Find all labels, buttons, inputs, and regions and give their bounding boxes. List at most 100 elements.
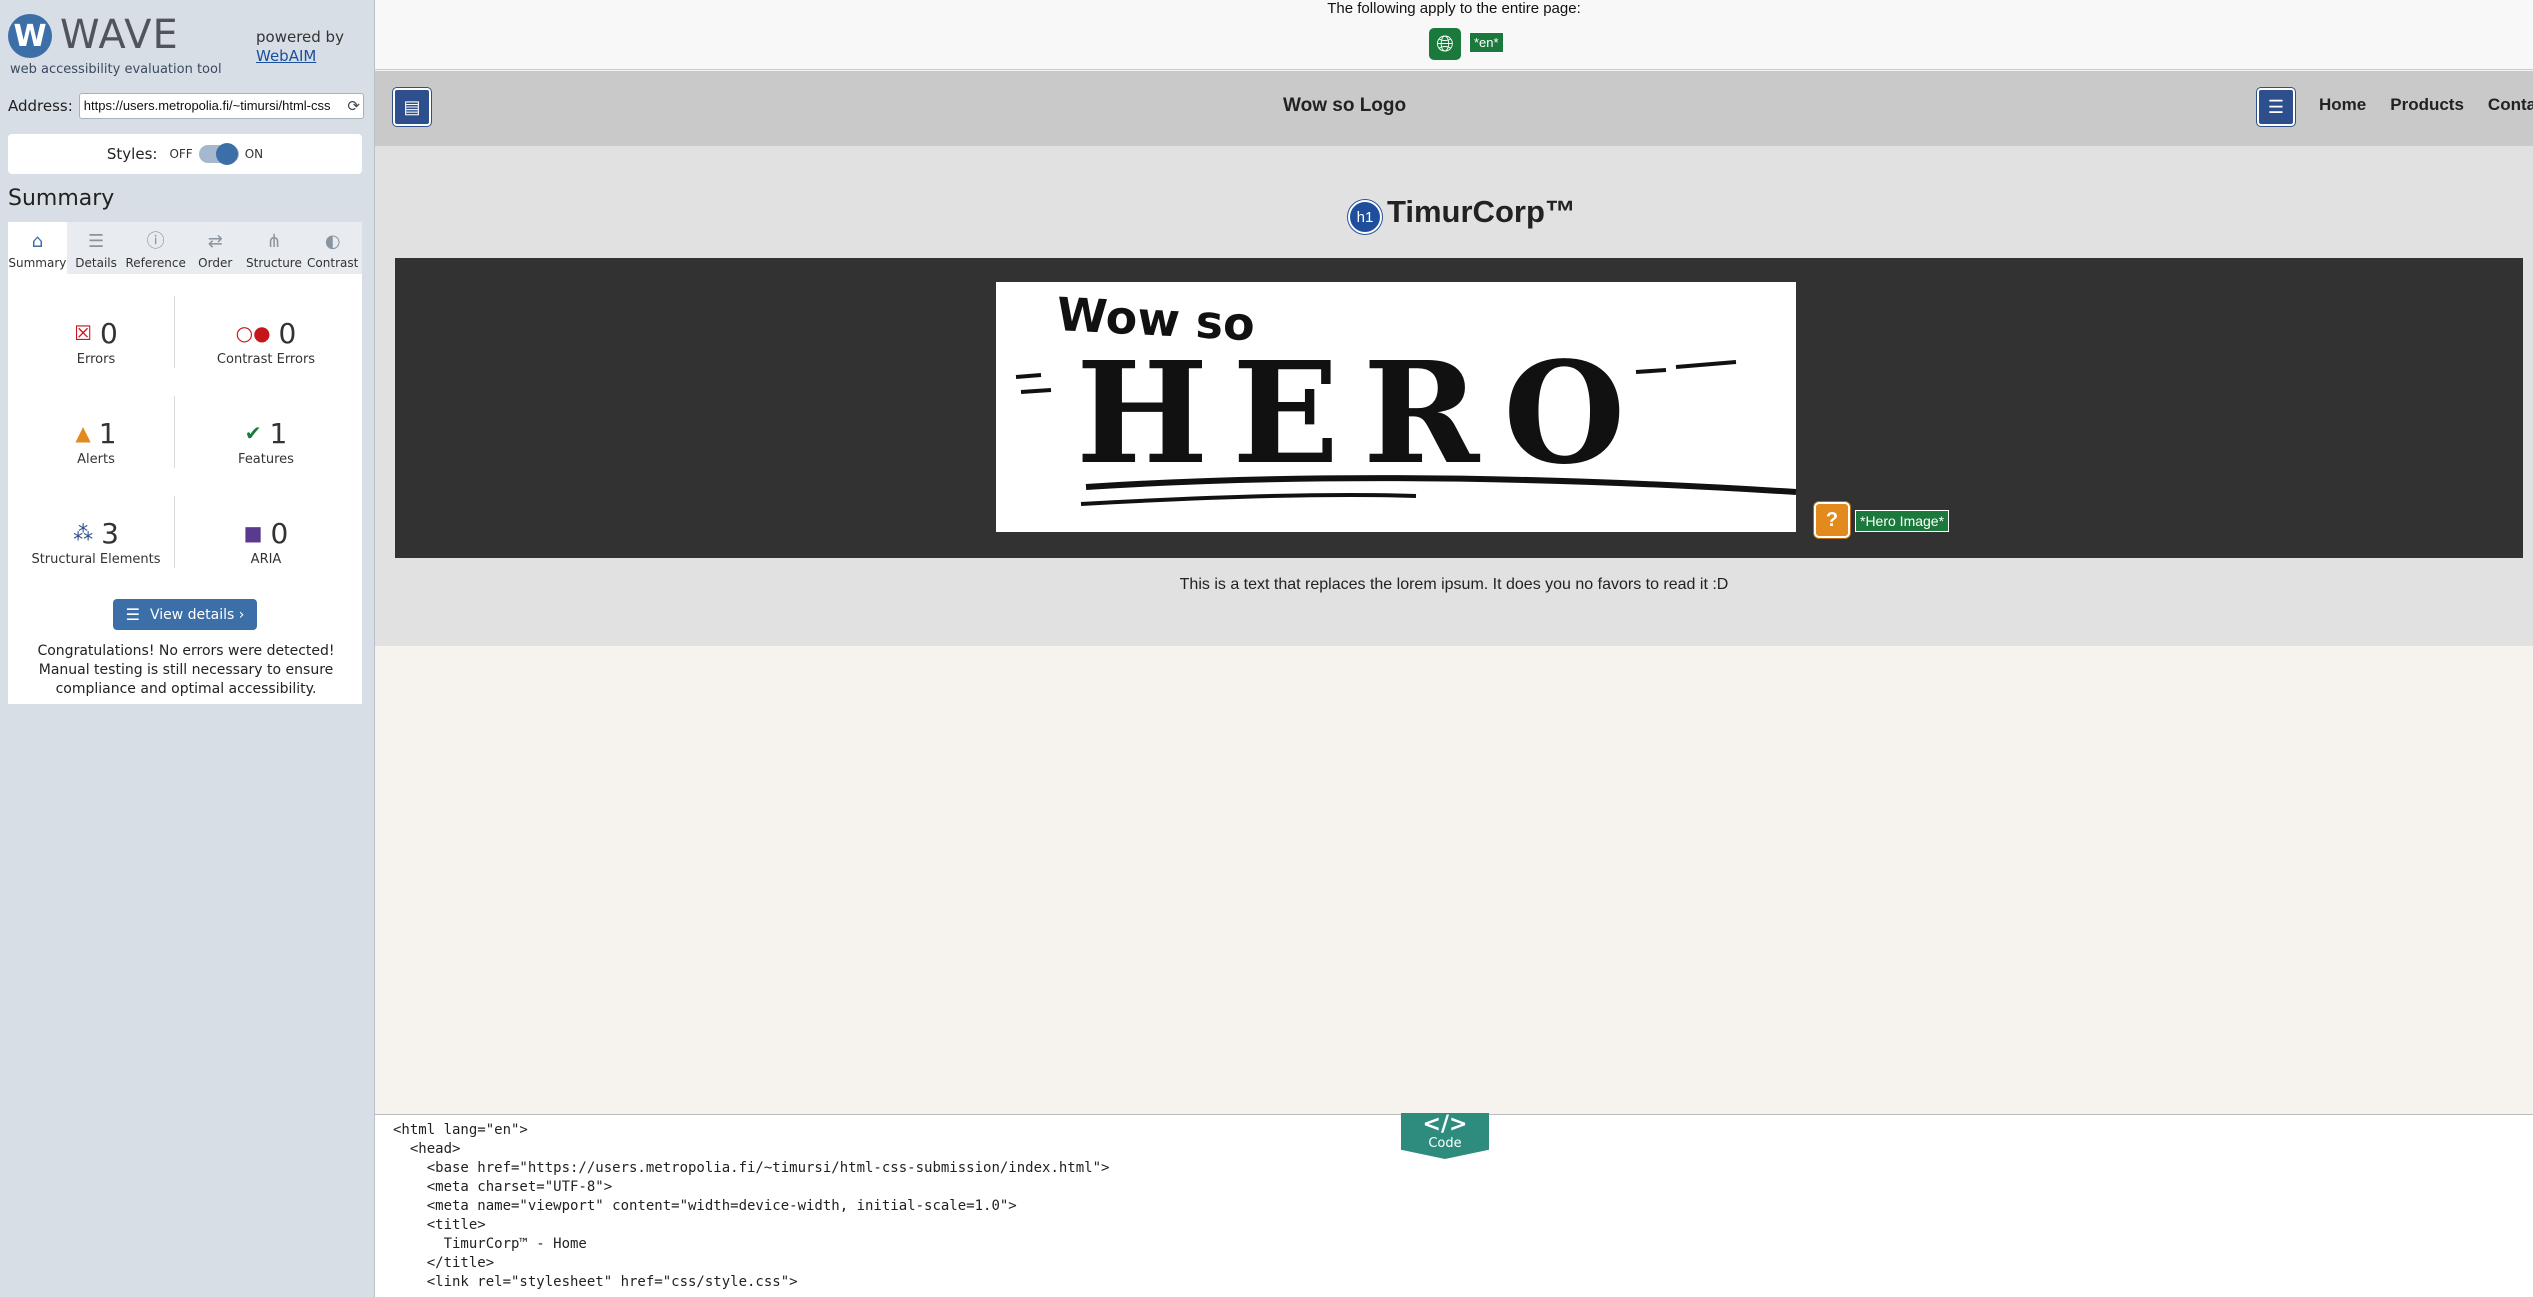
errors-count: 0 — [100, 316, 118, 350]
wave-brand: W WAVE web accessibility evaluation tool… — [8, 10, 368, 80]
hero-section: Wow so HERO ? *Hero Image* — [395, 258, 2523, 558]
address-bar: Address: https://users.metropolia.fi/~ti… — [8, 93, 364, 119]
styles-label: Styles: — [106, 145, 158, 163]
reload-icon[interactable]: ⟳ — [347, 97, 360, 115]
header-structure-icon[interactable]: ▤ — [393, 88, 431, 126]
toggle-knob — [215, 143, 238, 165]
features-label: Features — [238, 452, 294, 467]
contrast-error-icon: ○● — [235, 321, 271, 345]
structural-label: Structural Elements — [31, 552, 161, 567]
language-icon[interactable]: 🌐︎ — [1429, 28, 1461, 60]
code-toggle-button[interactable]: </> Code — [1401, 1113, 1489, 1159]
alt-alert-icon[interactable]: ? — [1814, 502, 1850, 538]
tab-structure[interactable]: ⋔ Structure — [245, 222, 304, 274]
h1-badge-icon[interactable]: h1 — [1348, 200, 1382, 234]
styles-off-label: OFF — [169, 147, 193, 161]
summary-panel: ☒ 0 Errors ○● 0 Contrast Errors ▲ 1 Alerts … — [8, 274, 362, 704]
tab-label: Reference — [125, 256, 186, 270]
wave-logo-subtitle: web accessibility evaluation tool — [10, 62, 222, 77]
nav-home[interactable]: Home — [2319, 95, 2366, 115]
alt-text-badge: *Hero Image* — [1855, 510, 1950, 532]
site-nav: Home Products Contact — [2319, 95, 2533, 115]
aria-count: 0 — [270, 516, 289, 550]
hero-dashes — [1635, 360, 1737, 374]
tab-label: Structure — [246, 256, 302, 270]
tab-order[interactable]: ⇄ Order — [186, 222, 245, 274]
stat-aria[interactable]: ■ 0 ARIA — [186, 516, 346, 568]
list-icon: ☰ — [125, 605, 140, 624]
code-line[interactable]: <meta charset="UTF-8"> — [393, 1178, 1109, 1197]
alerts-count: 1 — [98, 416, 117, 450]
styles-toggle[interactable] — [198, 143, 239, 165]
site-logo: Wow so Logo — [1283, 95, 1407, 116]
tab-reference[interactable]: ⓘ Reference — [125, 222, 185, 274]
stat-structural[interactable]: ⁂ 3 Structural Elements — [16, 516, 176, 568]
stat-features[interactable]: ✔ 1 Features — [186, 416, 346, 468]
site-main: h1 TimurCorp™ Wow so HERO ? *Hero Image*… — [375, 146, 2533, 646]
wave-tabs: ⌂ Summary ☰ Details ⓘ Reference ⇄ Order … — [8, 222, 362, 274]
feature-icon: ✔ — [244, 421, 262, 445]
alerts-label: Alerts — [77, 452, 115, 467]
stat-errors[interactable]: ☒ 0 Errors — [16, 316, 176, 368]
order-icon: ⇄ — [207, 231, 223, 252]
tab-label: Summary — [8, 256, 67, 270]
list-icon: ☰ — [88, 231, 105, 252]
hero-underline-2 — [1080, 493, 1417, 506]
code-tab-label: Code — [1428, 1136, 1462, 1151]
hero-dashes-left — [1015, 373, 1052, 394]
wave-logo-text: WAVE — [60, 12, 179, 58]
site-header: ▤ Wow so Logo ☰ Home Products Contact — [375, 71, 2533, 146]
styles-toggle-box: Styles: OFF ON — [8, 134, 362, 174]
structure-icon: ⁂ — [73, 521, 94, 545]
code-line[interactable]: </title> — [393, 1254, 1109, 1273]
page-heading: TimurCorp™ — [1387, 194, 1576, 229]
code-lines: <html lang="en"> <head> <base href="http… — [393, 1121, 1109, 1292]
tab-label: Contrast — [307, 256, 359, 270]
structure-icon: ⋔ — [266, 231, 282, 252]
hero-sketch: Wow so HERO — [1015, 287, 1797, 506]
structural-count: 3 — [101, 516, 119, 550]
alert-icon: ▲ — [75, 421, 91, 445]
address-label: Address: — [8, 97, 73, 115]
tab-label: Details — [75, 256, 117, 270]
hero-main-text: HERO — [1076, 332, 1649, 496]
code-panel: </> Code <html lang="en"> <head> <base h… — [375, 1113, 2533, 1297]
congrats-message: Congratulations! No errors were detected… — [37, 643, 335, 697]
webaim-link[interactable]: WebAIM — [256, 47, 344, 66]
tab-label: Order — [198, 256, 233, 270]
error-icon: ☒ — [74, 321, 93, 345]
evaluated-page: The following apply to the entire page: … — [375, 0, 2533, 1297]
aria-label: ARIA — [250, 552, 282, 567]
contrast-errors-count: 0 — [278, 316, 297, 350]
aria-icon: ■ — [243, 521, 263, 545]
summary-heading: Summary — [8, 186, 115, 211]
errors-label: Errors — [76, 352, 116, 367]
view-details-label: View details › — [149, 606, 245, 623]
code-line[interactable]: <link rel="stylesheet" href="css/style.c… — [393, 1273, 1109, 1292]
stat-contrast-errors[interactable]: ○● 0 Contrast Errors — [186, 316, 346, 368]
nav-structure-icon[interactable]: ☰ — [2257, 88, 2295, 126]
tab-contrast[interactable]: ◐ Contrast — [303, 222, 362, 274]
code-line[interactable]: <base href="https://users.metropolia.fi/… — [393, 1159, 1110, 1178]
code-line[interactable]: <html lang="en"> — [393, 1121, 1109, 1140]
code-line[interactable]: <meta name="viewport" content="width=dev… — [393, 1197, 1109, 1216]
code-line[interactable]: <head> — [393, 1140, 1109, 1159]
stat-alerts[interactable]: ▲ 1 Alerts — [16, 416, 176, 468]
features-count: 1 — [269, 416, 288, 450]
contrast-errors-label: Contrast Errors — [216, 352, 316, 367]
wave-logo-icon[interactable]: W — [8, 14, 52, 58]
code-line[interactable]: <title> — [393, 1216, 1109, 1235]
powered-by-text: powered by — [256, 28, 344, 46]
nav-products[interactable]: Products — [2390, 95, 2464, 115]
hero-image: Wow so HERO — [996, 282, 1797, 532]
wave-sidebar: W WAVE web accessibility evaluation tool… — [0, 0, 375, 1297]
info-icon: ⓘ — [146, 231, 165, 252]
code-icon: </> — [1422, 1112, 1468, 1137]
tab-details[interactable]: ☰ Details — [67, 222, 126, 274]
address-input[interactable]: https://users.metropolia.fi/~timursi/htm… — [78, 93, 364, 119]
tab-summary[interactable]: ⌂ Summary — [8, 222, 67, 274]
view-details-button[interactable]: ☰ View details › — [113, 599, 257, 630]
nav-contact[interactable]: Contact — [2488, 95, 2533, 115]
body-paragraph: This is a text that replaces the lorem i… — [1179, 576, 1729, 593]
code-line[interactable]: TimurCorp™ - Home — [393, 1235, 1109, 1254]
